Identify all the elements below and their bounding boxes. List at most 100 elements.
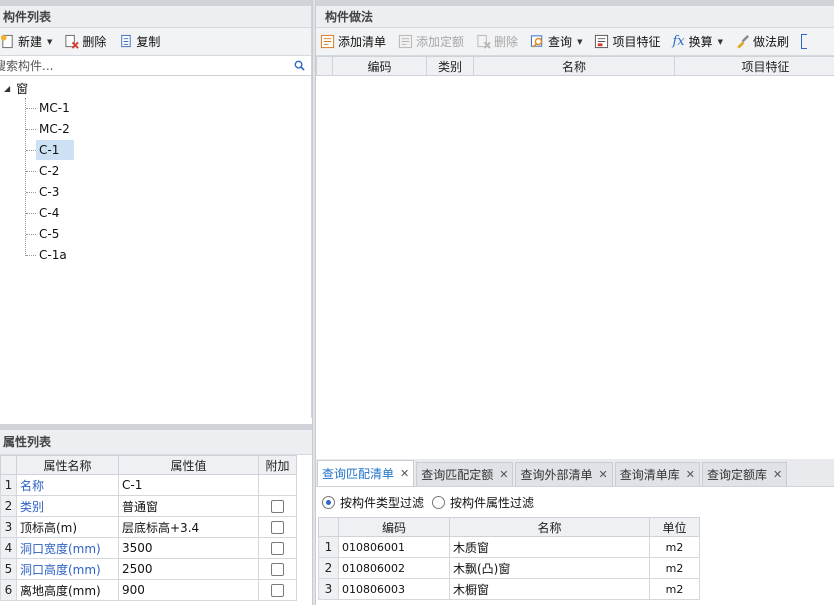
row-index: 1 [0,474,17,496]
result-code[interactable]: 010806001 [338,536,450,558]
result-name[interactable]: 木飘(凸)窗 [449,557,650,579]
chevron-down-icon[interactable]: ▼ [718,38,723,46]
result-unit[interactable]: m2 [649,536,700,558]
property-value[interactable]: C-1 [118,474,259,496]
query-button[interactable]: 查询 ▼ [530,33,582,50]
tree-item[interactable]: C-1a [36,245,70,265]
add-list-button[interactable]: 添加清单 [320,33,386,50]
search-icon[interactable] [294,60,305,71]
tab-match-quota[interactable]: 查询匹配定额 ✕ [416,462,514,487]
checkbox[interactable] [271,542,284,555]
tree-connector [25,98,26,256]
close-icon[interactable]: ✕ [686,463,695,487]
tab-label: 查询匹配清单 [322,466,395,481]
property-row[interactable]: 5 洞口高度(mm) 2500 [0,558,297,580]
tree-item[interactable]: C-3 [36,182,62,202]
result-code[interactable]: 010806003 [338,578,450,600]
component-search-input[interactable]: 搜索构件... [0,56,311,76]
radio-icon[interactable] [432,495,446,509]
tab-external-list[interactable]: 查询外部清单 ✕ [515,462,613,487]
result-code[interactable]: 010806002 [338,557,450,579]
checkbox[interactable] [271,500,284,513]
copy-button[interactable]: 复制 [118,33,160,50]
checkbox[interactable] [271,521,284,534]
result-name[interactable]: 木橱窗 [449,578,650,600]
delete-button[interactable]: 删除 [64,33,106,50]
property-name: 类别 [16,495,119,517]
radio-selected-icon[interactable] [322,495,335,509]
component-search-placeholder: 搜索构件... [0,59,54,73]
method-feature-header[interactable]: 项目特征 [674,56,834,76]
property-row[interactable]: 2 类别 普通窗 [0,495,297,517]
property-value[interactable]: 层底标高+3.4 [118,516,259,538]
result-code-header[interactable]: 编码 [338,517,450,537]
collapse-triangle-icon[interactable]: ◢ [4,84,10,93]
function-fx-icon: fx [672,34,685,49]
property-name: 洞口宽度(mm) [16,537,119,559]
tree-connector [26,213,36,214]
result-name[interactable]: 木质窗 [449,536,650,558]
result-row[interactable]: 3 010806003 木橱窗 m2 [318,578,700,600]
new-file-icon [0,34,13,49]
property-value[interactable]: 2500 [118,558,259,580]
tree-item[interactable]: C-2 [36,161,62,181]
chevron-down-icon[interactable]: ▼ [577,38,582,46]
property-list-title: 属性列表 [0,430,312,455]
close-icon[interactable]: ✕ [400,462,409,486]
result-unit[interactable]: m2 [649,557,700,579]
method-panel-title: 构件做法 [316,6,834,28]
result-unit[interactable]: m2 [649,578,700,600]
item-feature-button[interactable]: 项目特征 [594,33,660,50]
filter-by-type-radio[interactable]: 按构件类型过滤 [322,494,424,511]
property-row[interactable]: 6 离地高度(mm) 900 [0,579,297,601]
property-value[interactable]: 3500 [118,537,259,559]
tree-item-selected[interactable]: C-1 [36,140,74,160]
filter-by-attr-radio[interactable]: 按构件属性过滤 [432,494,534,511]
result-row[interactable]: 2 010806002 木飘(凸)窗 m2 [318,557,700,579]
property-row[interactable]: 4 洞口宽度(mm) 3500 [0,537,297,559]
method-delete-button[interactable]: 删除 [476,33,518,50]
result-name-header[interactable]: 名称 [449,517,650,537]
tree-item[interactable]: MC-1 [36,98,73,118]
close-icon[interactable]: ✕ [598,463,607,487]
item-feature-label: 项目特征 [612,35,661,49]
add-quota-button[interactable]: 添加定额 [398,33,464,50]
tab-label: 查询清单库 [619,467,680,482]
property-name: 洞口高度(mm) [16,558,119,580]
row-index: 4 [0,537,17,559]
checkbox[interactable] [271,584,284,597]
result-unit-header[interactable]: 单位 [649,517,700,537]
method-category-header[interactable]: 类别 [426,56,474,76]
tree-item[interactable]: C-4 [36,203,62,223]
property-list-panel: 属性列表 属性名称 属性值 附加 1 名称 C-1 2 类别 普通窗 3 顶标高(m) 层底标高… [0,424,312,605]
copy-button-label: 复制 [136,35,161,49]
chevron-down-icon[interactable]: ▼ [47,38,52,46]
tree-item[interactable]: MC-2 [36,119,73,139]
tree-item[interactable]: C-5 [36,224,62,244]
property-row[interactable]: 1 名称 C-1 [0,474,297,496]
tab-label: 查询匹配定额 [421,467,494,482]
overflow-icon[interactable] [801,34,808,49]
checkbox[interactable] [271,563,284,576]
property-name-header: 属性名称 [16,455,119,475]
method-brush-button[interactable]: 做法刷 [735,33,789,50]
tree-root[interactable]: ◢ 窗 [4,80,28,97]
result-row[interactable]: 1 010806001 木质窗 m2 [318,536,700,558]
method-code-header[interactable]: 编码 [332,56,427,76]
tab-list-library[interactable]: 查询清单库 ✕ [614,462,700,487]
component-tree: ◢ 窗 MC-1 MC-2 C-1 C-2 C-3 C-4 C-5 C-1a [0,76,311,416]
convert-button[interactable]: fx 换算 ▼ [672,33,723,50]
property-extra-cell [258,579,297,601]
property-value[interactable]: 900 [118,579,259,601]
tab-quota-library[interactable]: 查询定额库 ✕ [701,462,788,487]
property-row[interactable]: 3 顶标高(m) 层底标高+3.4 [0,516,297,538]
method-brush-label: 做法刷 [753,35,790,49]
delete-button-label: 删除 [82,35,107,49]
new-button[interactable]: 新建 ▼ [0,33,52,50]
close-icon[interactable]: ✕ [773,463,782,487]
tab-match-list[interactable]: 查询匹配清单 ✕ [317,460,415,486]
method-name-header[interactable]: 名称 [473,56,675,76]
property-value[interactable]: 普通窗 [118,495,259,517]
copy-icon [121,34,132,48]
close-icon[interactable]: ✕ [499,463,508,487]
